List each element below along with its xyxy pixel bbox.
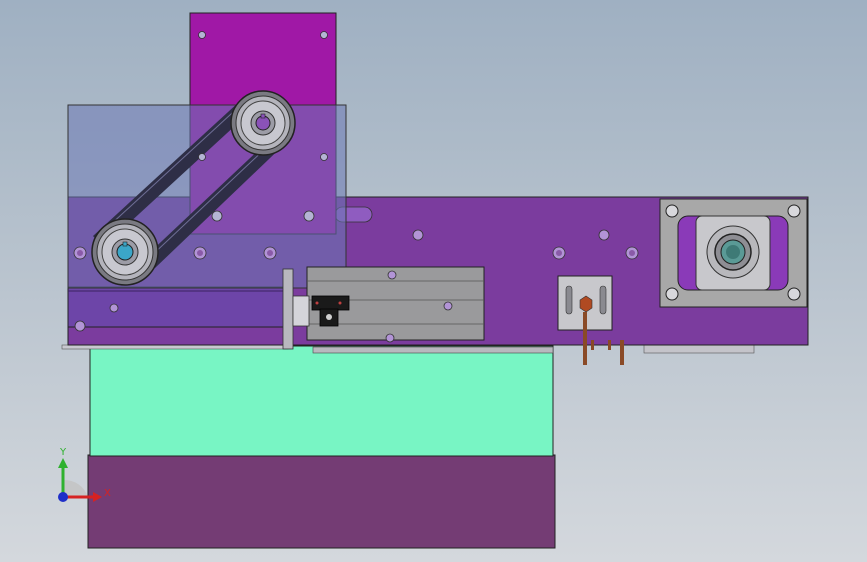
motor-mount[interactable] <box>659 198 808 308</box>
cad-viewport[interactable]: Y X <box>0 0 867 562</box>
hopper[interactable] <box>89 345 554 457</box>
triad-x-label: X <box>104 488 111 499</box>
cylinder-bracket <box>282 268 294 350</box>
triad-y-label: Y <box>59 447 67 458</box>
bottom-pulley[interactable] <box>91 218 159 286</box>
bottom-rail-left <box>61 344 289 350</box>
top-pulley[interactable] <box>230 90 296 156</box>
lower-left-plate[interactable] <box>67 286 291 328</box>
cad-model-view[interactable]: Y X <box>0 0 867 562</box>
cylinder-rod <box>292 295 310 327</box>
base-box[interactable] <box>87 454 556 549</box>
bottom-rail-mid <box>312 346 554 354</box>
